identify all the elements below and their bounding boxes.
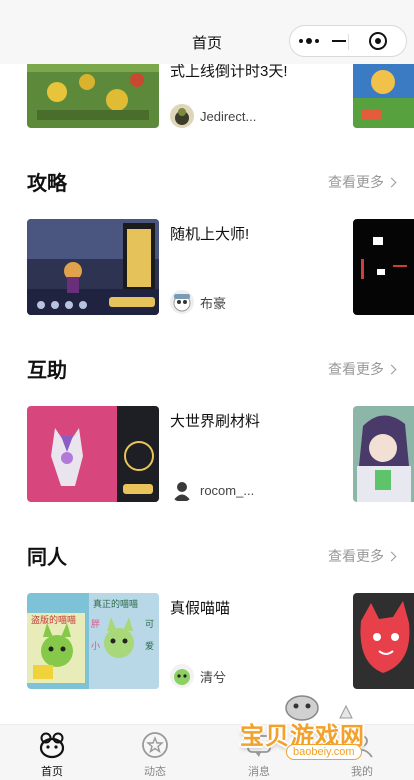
chevron-right-icon	[386, 551, 397, 561]
home-icon	[39, 732, 65, 759]
avatar	[170, 290, 194, 314]
post-title[interactable]: 随机上大师!	[170, 223, 249, 244]
fanart-caption-top: 真正的喵喵	[93, 598, 138, 610]
section-title-help: 互助	[27, 354, 69, 389]
chevron-right-icon	[386, 177, 397, 187]
watermark-url: baobeiy.com	[286, 744, 362, 760]
author-name: rocom_...	[200, 482, 255, 498]
fanart-caption-side1: 胖	[91, 619, 100, 630]
avatar	[170, 664, 194, 688]
post-thumbnail-next[interactable]	[353, 219, 414, 315]
site-watermark: 宝贝游戏网 baobeiy.com	[236, 688, 386, 768]
author-name: Jedirect...	[200, 108, 257, 124]
post-thumbnail-next[interactable]	[353, 593, 414, 689]
post-thumbnail[interactable]	[27, 219, 159, 315]
target-close-icon[interactable]	[358, 26, 398, 56]
tab-label: 首页	[41, 766, 63, 778]
post-author[interactable]: 布豪	[170, 290, 226, 314]
author-name: 布豪	[200, 295, 227, 311]
top-navigation-bar: 首页	[0, 0, 414, 64]
section-title-guides: 攻略	[27, 167, 69, 202]
fanart-caption-side3: 可	[145, 619, 154, 630]
view-more-help[interactable]: 查看更多	[328, 359, 397, 379]
mini-program-capsule	[289, 25, 407, 57]
view-more-fanart[interactable]: 查看更多	[328, 546, 397, 566]
section-title-fanart: 同人	[27, 541, 69, 576]
post-thumbnail[interactable]: 盗版的喵喵 真正的喵喵 胖 小 可 爱	[27, 593, 159, 689]
fanart-caption-side2: 小	[91, 641, 100, 652]
post-thumbnail[interactable]	[27, 406, 159, 502]
post-author[interactable]: Jedirect...	[170, 104, 256, 128]
avatar	[170, 104, 194, 128]
more-dots-icon[interactable]	[292, 26, 326, 56]
minimize-icon[interactable]	[328, 26, 350, 56]
tab-feed[interactable]: 动态	[125, 731, 185, 779]
view-more-guides[interactable]: 查看更多	[328, 172, 397, 192]
tab-label: 动态	[144, 766, 166, 778]
fanart-caption-left: 盗版的喵喵	[31, 614, 76, 626]
fanart-caption-side4: 爱	[145, 641, 154, 652]
post-thumbnail-next[interactable]	[353, 406, 414, 502]
chevron-right-icon	[386, 364, 397, 374]
tab-home[interactable]: 首页	[22, 731, 82, 779]
avatar	[170, 478, 194, 502]
post-title[interactable]: 真假喵喵	[170, 597, 230, 618]
star-circle-icon	[142, 732, 168, 758]
post-title[interactable]: 大世界刷材料	[170, 410, 260, 431]
post-author[interactable]: 清兮	[170, 664, 226, 688]
post-author[interactable]: rocom_...	[170, 478, 254, 502]
author-name: 清兮	[200, 669, 227, 685]
